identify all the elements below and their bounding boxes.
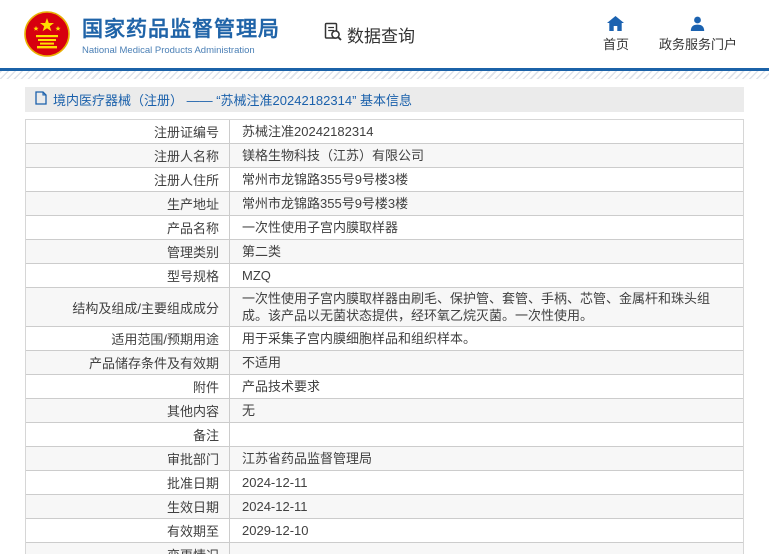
nav-home[interactable]: 首页 [603,15,629,53]
row-label: 有效期至 [26,519,230,542]
nav-gov-portal[interactable]: 政务服务门户 [659,15,737,53]
row-label: 其他内容 [26,399,230,422]
table-row: 备注 [26,423,743,447]
document-icon [35,91,47,108]
data-query-label: 数据查询 [347,26,415,46]
info-table: 注册证编号 苏械注准20242182314 注册人名称 镁格生物科技（江苏）有限公司注… [25,119,744,554]
table-row: 其他内容无 [26,399,743,423]
row-label: 生效日期 [26,495,230,518]
row-label: 生产地址 [26,192,230,215]
table-row: 产品储存条件及有效期 不适用 [26,351,743,375]
row-value: 无 [242,403,256,418]
striped-band [0,71,769,79]
row-label: 变更情况 [26,543,230,554]
row-value: 2029-12-10 [242,523,309,538]
row-label: 注册人住所 [26,168,230,191]
data-query-section[interactable]: 数据查询 [322,21,415,47]
table-row: 适用范围/预期用途 用于采集子宫内膜细胞样品和组织样本。 [26,327,743,351]
nav-home-label: 首页 [602,37,629,52]
row-value: 江苏省药品监督管理局 [242,451,373,466]
main-content: 境内医疗器械（注册） —— “苏械注准20242182314” 基本信息 注册证… [25,87,744,554]
site-header: 国家药品监督管理局 National Medical Products Admi… [0,0,769,68]
row-label: 注册人名称 [26,144,230,167]
row-value: 常州市龙锦路355号9号楼3楼 [242,196,409,211]
table-row: 批准日期 2024-12-11 [26,471,743,495]
row-value: 常州市龙锦路355号9号楼3楼 [242,172,409,187]
row-label: 管理类别 [26,240,230,263]
row-value [230,423,743,446]
row-value: 产品技术要求 [242,379,321,394]
user-icon [690,15,705,31]
nav-gov-portal-label: 政务服务门户 [658,37,737,52]
row-value: 一次性使用子宫内膜取样器 [242,220,399,235]
table-row: 附件 产品技术要求 [26,375,743,399]
table-row: 注册人名称 镁格生物科技（江苏）有限公司 [26,144,743,168]
row-label: 型号规格 [26,264,230,287]
site-title-block: 国家药品监督管理局 National Medical Products Admi… [82,13,280,56]
table-row: 管理类别 第二类 [26,240,743,264]
table-row: 产品名称 一次性使用子宫内膜取样器 [26,216,743,240]
site-subtitle: National Medical Products Administration [82,44,255,56]
row-label: 备注 [26,423,230,446]
row-value: 2024-12-11 [242,499,308,514]
row-label: 适用范围/预期用途 [26,327,230,350]
row-label: 结构及组成/主要组成成分 [26,288,230,326]
table-row: 生效日期 2024-12-11 [26,495,743,519]
row-value: 镁格生物科技（江苏）有限公司 [242,148,425,163]
table-row: 结构及组成/主要组成成分 一次性使用子宫内膜取样器由刷毛、保护管、套管、手柄、芯管… [26,288,743,327]
table-row: 审批部门 江苏省药品监督管理局 [26,447,743,471]
national-emblem-logo [24,11,70,57]
row-label: 批准日期 [26,471,230,494]
breadcrumb: 境内医疗器械（注册） —— “苏械注准20242182314” 基本信息 [25,87,744,112]
row-value: 不适用 [242,355,282,370]
row-label: 审批部门 [26,447,230,470]
table-row: 生产地址 常州市龙锦路355号9号楼3楼 [26,192,743,216]
row-label: 产品名称 [26,216,230,239]
table-row: 注册证编号 苏械注准20242182314 [26,120,743,144]
row-value [230,543,743,554]
row-value: 苏械注准20242182314 [242,124,374,139]
header-nav: 首页 政务服务门户 [603,15,745,53]
row-value: 2024-12-11 [242,475,308,490]
row-value: 一次性使用子宫内膜取样器由刷毛、保护管、套管、手柄、芯管、金属杆和珠头组成。该产… [242,291,711,323]
row-value: MZQ [242,268,271,283]
table-row: 有效期至 2029-12-10 [26,519,743,543]
row-label: 注册证编号 [26,120,230,143]
row-label: 附件 [26,375,230,398]
table-row: 型号规格 MZQ [26,264,743,288]
table-row: 注册人住所 常州市龙锦路355号9号楼3楼 [26,168,743,192]
breadcrumb-text: 境内医疗器械（注册） —— “苏械注准20242182314” 基本信息 [53,93,413,108]
row-value: 用于采集子宫内膜细胞样品和组织样本。 [242,331,477,346]
row-value: 第二类 [242,244,282,259]
data-query-icon [322,21,343,47]
home-icon [607,15,625,31]
site-title: 国家药品监督管理局 [82,17,280,41]
row-label: 产品储存条件及有效期 [26,351,230,374]
table-row: 变更情况 [26,543,743,554]
